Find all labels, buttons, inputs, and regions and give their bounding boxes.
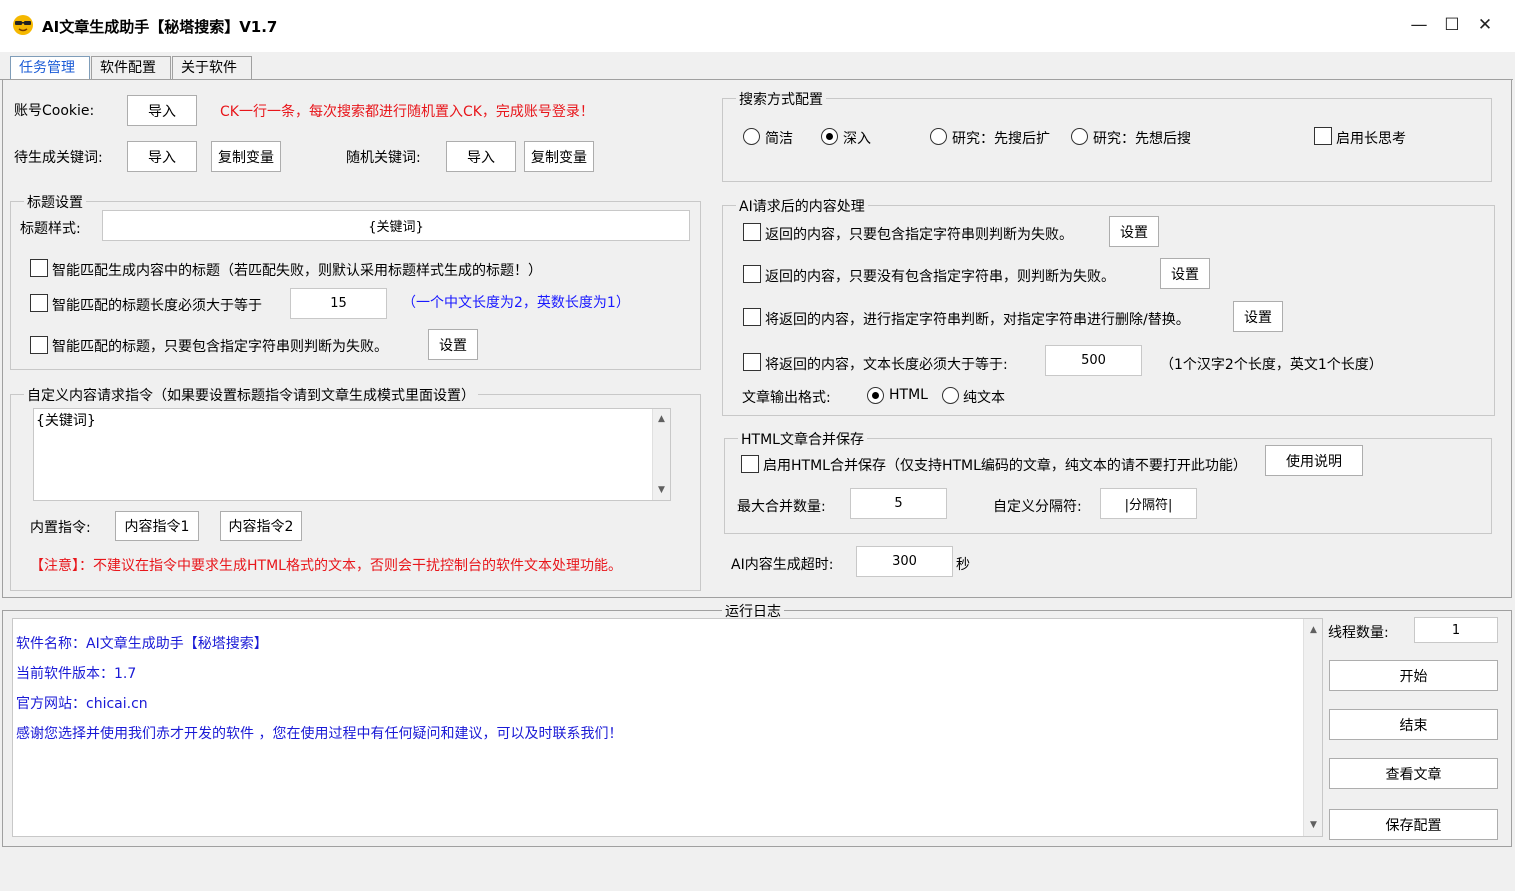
html-merge-heading: HTML文章合并保存: [738, 429, 867, 449]
min-length-checkbox[interactable]: [30, 294, 48, 312]
stop-button[interactable]: 结束: [1329, 709, 1498, 740]
timeout-input[interactable]: 300: [856, 546, 953, 577]
min-length-input[interactable]: 15: [290, 288, 387, 319]
log-scrollbar[interactable]: ▲ ▼: [1303, 619, 1322, 836]
output-format-label: 文章输出格式:: [742, 390, 831, 406]
prompt-notice: 【注意】：不建议在指令中要求生成HTML格式的文本，否则会干扰控制台的软件文本处…: [30, 558, 622, 574]
log-line: 官方网站：chicai.cn: [16, 696, 148, 712]
save-config-button[interactable]: 保存配置: [1329, 809, 1498, 840]
html-merge-label: 启用HTML合并保存（仅支持HTML编码的文章，纯文本的请不要打开此功能）: [763, 458, 1247, 474]
html-merge-checkbox[interactable]: [741, 455, 759, 473]
rule-min-length-input[interactable]: 500: [1045, 345, 1142, 376]
rule-contains-fail-settings-button[interactable]: 设置: [1109, 216, 1159, 247]
rule-replace-label: 将返回的内容，进行指定字符串判断，对指定字符串进行删除/替换。: [765, 312, 1190, 328]
pending-import-button[interactable]: 导入: [127, 141, 197, 172]
custom-prompt-textarea[interactable]: {关键词} ▲ ▼: [33, 408, 671, 501]
max-merge-label: 最大合并数量:: [737, 499, 826, 515]
search-mode-concise-radio[interactable]: [743, 128, 760, 145]
search-mode-concise-label: 简洁: [765, 131, 793, 147]
search-mode-research-think-label: 研究：先想后搜: [1093, 131, 1191, 147]
rule-min-length-checkbox[interactable]: [743, 353, 761, 371]
search-mode-deep-label: 深入: [843, 131, 871, 147]
random-keywords-label: 随机关键词:: [346, 150, 421, 166]
threads-label: 线程数量:: [1328, 625, 1389, 641]
maximize-icon[interactable]: ☐: [1435, 8, 1469, 42]
smart-match-title-label: 智能匹配生成内容中的标题（若匹配失败，则默认采用标题样式生成的标题！）: [52, 263, 542, 279]
min-length-label: 智能匹配的标题长度必须大于等于: [52, 298, 262, 314]
threads-input[interactable]: 1: [1414, 617, 1498, 643]
html-merge-help-button[interactable]: 使用说明: [1265, 445, 1363, 476]
rule-contains-fail-label: 返回的内容，只要包含指定字符串则判断为失败。: [765, 227, 1073, 243]
window-title: AI文章生成助手【秘塔搜索】V1.7: [42, 18, 278, 36]
max-merge-input[interactable]: 5: [850, 488, 947, 519]
rule-missing-fail-settings-button[interactable]: 设置: [1160, 258, 1210, 289]
tab-about[interactable]: 关于软件: [172, 56, 252, 80]
rule-replace-checkbox[interactable]: [743, 308, 761, 326]
builtin-prompt-label: 内置指令:: [30, 520, 91, 536]
rule-missing-fail-checkbox[interactable]: [743, 265, 761, 283]
smart-match-title-checkbox[interactable]: [30, 259, 48, 277]
rule-replace-settings-button[interactable]: 设置: [1233, 301, 1283, 332]
long-think-label: 启用长思考: [1336, 131, 1406, 147]
log-line: 软件名称：AI文章生成助手【秘塔搜索】: [16, 636, 268, 652]
rule-min-length-hint: （1个汉字2个长度，英文1个长度）: [1160, 357, 1383, 373]
separator-input[interactable]: |分隔符|: [1100, 488, 1197, 519]
title-contains-fail-label: 智能匹配的标题，只要包含指定字符串则判断为失败。: [52, 339, 388, 355]
start-button[interactable]: 开始: [1329, 660, 1498, 691]
search-mode-research-expand-radio[interactable]: [930, 128, 947, 145]
app-logo-icon: [12, 14, 34, 36]
tab-task-management[interactable]: 任务管理: [10, 56, 90, 81]
cookie-tip: CK一行一条，每次搜索都进行随机置入CK，完成账号登录！: [220, 104, 594, 120]
minimize-icon[interactable]: —: [1402, 8, 1436, 42]
format-text-radio[interactable]: [942, 387, 959, 404]
format-html-label: HTML: [889, 387, 928, 403]
close-icon[interactable]: ✕: [1468, 8, 1502, 42]
scroll-up-icon[interactable]: ▲: [653, 410, 670, 427]
cookie-label: 账号Cookie:: [14, 103, 95, 119]
title-contains-fail-checkbox[interactable]: [30, 336, 48, 354]
search-mode-research-expand-label: 研究：先搜后扩: [952, 131, 1050, 147]
long-think-checkbox[interactable]: [1314, 127, 1332, 145]
title-style-label: 标题样式:: [20, 221, 81, 237]
title-contains-fail-settings-button[interactable]: 设置: [428, 329, 478, 360]
random-copy-button[interactable]: 复制变量: [524, 141, 594, 172]
search-mode-heading: 搜索方式配置: [736, 89, 826, 109]
timeout-unit: 秒: [956, 557, 970, 573]
cookie-import-button[interactable]: 导入: [127, 95, 197, 126]
log-line: 当前软件版本：1.7: [16, 666, 137, 682]
builtin-prompt-2-button[interactable]: 内容指令2: [220, 511, 302, 541]
title-style-input[interactable]: {关键词}: [102, 210, 690, 241]
view-articles-button[interactable]: 查看文章: [1329, 758, 1498, 789]
scroll-down-icon[interactable]: ▼: [653, 481, 670, 498]
rule-contains-fail-checkbox[interactable]: [743, 223, 761, 241]
log-scroll-down-icon[interactable]: ▼: [1305, 816, 1322, 833]
custom-prompt-heading: 自定义内容请求指令（如果要设置标题指令请到文章生成模式里面设置）: [24, 385, 478, 405]
post-process-heading: AI请求后的内容处理: [736, 196, 868, 216]
tab-software-config[interactable]: 软件配置: [91, 56, 171, 80]
timeout-label: AI内容生成超时:: [731, 557, 834, 573]
format-text-label: 纯文本: [963, 390, 1005, 406]
search-mode-research-think-radio[interactable]: [1071, 128, 1088, 145]
prompt-scrollbar[interactable]: ▲ ▼: [652, 409, 670, 500]
min-length-hint: （一个中文长度为2，英数长度为1）: [402, 295, 630, 311]
log-scroll-up-icon[interactable]: ▲: [1305, 621, 1322, 638]
title-settings-heading: 标题设置: [24, 192, 86, 212]
pending-keywords-label: 待生成关键词:: [14, 150, 103, 166]
rule-missing-fail-label: 返回的内容，只要没有包含指定字符串，则判断为失败。: [765, 269, 1115, 285]
custom-prompt-text: {关键词}: [36, 413, 96, 429]
builtin-prompt-1-button[interactable]: 内容指令1: [115, 511, 199, 541]
pending-copy-button[interactable]: 复制变量: [211, 141, 281, 172]
html-merge-group: [724, 438, 1492, 534]
random-import-button[interactable]: 导入: [446, 141, 516, 172]
format-html-radio[interactable]: [867, 387, 884, 404]
rule-min-length-label: 将返回的内容，文本长度必须大于等于:: [765, 357, 1008, 373]
search-mode-deep-radio[interactable]: [821, 128, 838, 145]
log-line: 感谢您选择并使用我们赤才开发的软件 ，您在使用过程中有任何疑问和建议，可以及时联…: [16, 726, 623, 742]
separator-label: 自定义分隔符:: [993, 499, 1082, 515]
